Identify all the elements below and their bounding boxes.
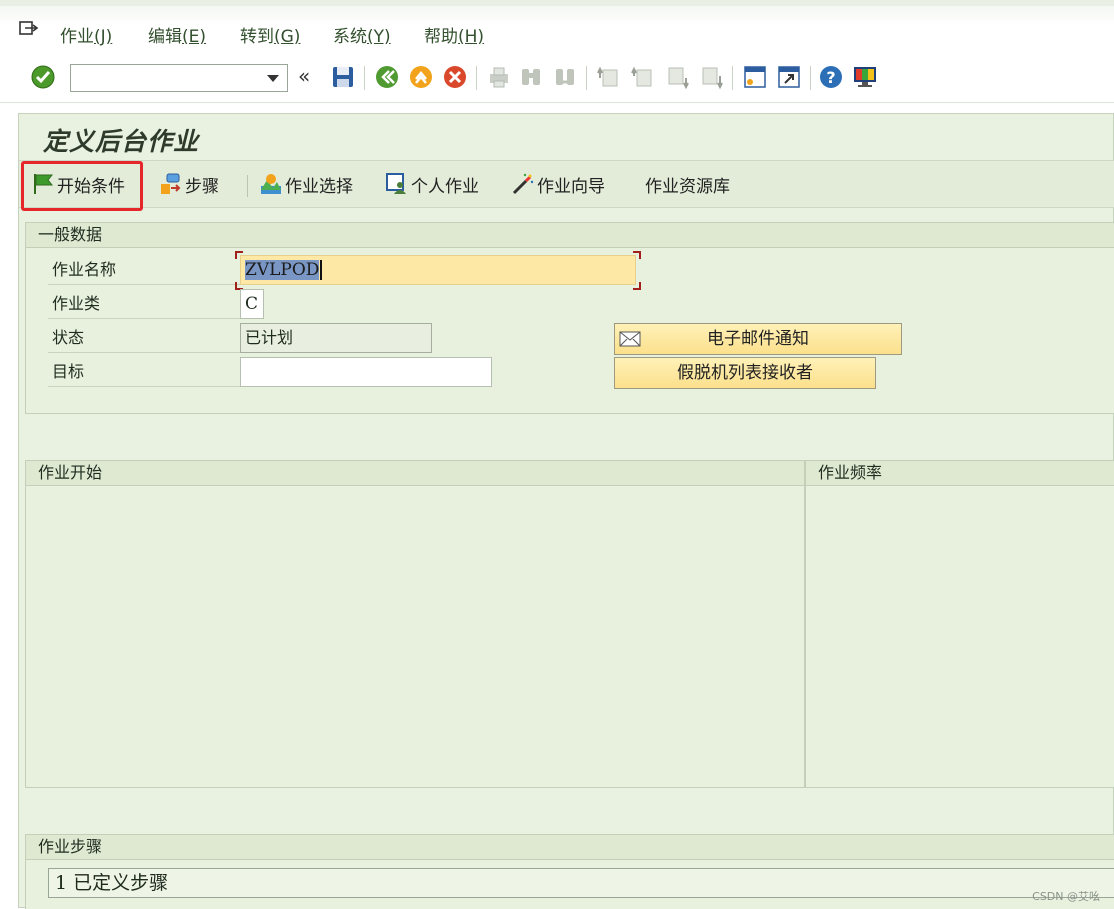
own-jobs-icon [386, 173, 406, 194]
menu-system-accel: (Y) [367, 27, 391, 47]
status-field: 已计划 [240, 323, 432, 353]
menu-system-label: 系统 [333, 27, 367, 47]
steps-button[interactable]: 步骤 [159, 171, 219, 197]
start-condition-button[interactable]: 开始条件 [31, 171, 125, 197]
shortcut-icon[interactable] [776, 64, 802, 90]
focus-brackets [235, 251, 641, 290]
enter-icon[interactable] [30, 64, 56, 90]
own-jobs-button[interactable]: 个人作业 [385, 171, 479, 197]
menu-edit[interactable]: 编辑(E) [148, 22, 206, 47]
menu-system[interactable]: 系统(Y) [333, 22, 391, 47]
menu-help[interactable]: 帮助(H) [424, 22, 484, 47]
job-frequency-header: 作业频率 [806, 461, 1114, 486]
status-label: 状态 [48, 323, 240, 353]
email-notification-button[interactable]: 电子邮件通知 [614, 323, 902, 355]
layout-icon[interactable] [852, 64, 878, 90]
menu-goto-label: 转到 [240, 27, 274, 47]
menu-job[interactable]: 作业(J) [60, 22, 112, 47]
email-notification-label: 电子邮件通知 [707, 329, 809, 349]
next-page-icon[interactable] [664, 64, 690, 90]
cancel-icon[interactable] [442, 64, 468, 90]
menu-goto-accel: (G) [274, 27, 301, 47]
spool-list-recipient-label: 假脱机列表接收者 [677, 363, 813, 383]
job-frequency-group: 作业频率 [805, 460, 1114, 788]
magic-wand-icon [512, 173, 534, 195]
general-data-header: 一般数据 [26, 223, 1114, 248]
job-start-header: 作业开始 [26, 461, 804, 486]
job-name-label: 作业名称 [48, 255, 240, 285]
help-icon[interactable]: ? [818, 64, 844, 90]
envelope-icon [619, 331, 641, 347]
system-toolbar: « ? [0, 56, 1114, 103]
job-selection-icon [261, 174, 281, 194]
menu-bar: 作业(J) 编辑(E) 转到(G) 系统(Y) 帮助(H) [0, 0, 1114, 56]
menu-help-label: 帮助 [424, 27, 458, 47]
menu-job-label: 作业 [60, 27, 94, 47]
job-selection-button[interactable]: 作业选择 [259, 171, 353, 197]
job-steps-summary: 1 已定义步骤 [48, 868, 1114, 898]
own-jobs-label: 个人作业 [411, 176, 479, 197]
toolbar-separator [732, 66, 733, 90]
prev-page-icon[interactable] [630, 64, 656, 90]
menu-help-accel: (H) [458, 27, 485, 47]
job-start-group: 作业开始 [25, 460, 805, 788]
target-field[interactable] [240, 357, 492, 387]
find-next-icon[interactable] [552, 64, 578, 90]
job-steps-group: 作业步骤 1 已定义步骤 [25, 834, 1114, 909]
job-steps-header: 作业步骤 [26, 835, 1114, 860]
general-data-group: 一般数据 作业名称 ZVLPOD 作业类 C 状态 已计划 目标 电子邮件通知 … [25, 222, 1114, 414]
first-page-icon[interactable] [596, 64, 622, 90]
toolbar-separator [476, 66, 477, 90]
exit-icon[interactable] [408, 64, 434, 90]
toolbar-separator [586, 66, 587, 90]
main-screen: 定义后台作业 开始条件 步骤 作业选择 个人作业 作业向导 作业资源库 一般数据 [18, 113, 1114, 909]
app-toolbar-separator [247, 175, 248, 197]
command-field[interactable] [70, 64, 288, 92]
job-class-field[interactable]: C [240, 289, 264, 319]
job-wizard-label: 作业向导 [537, 176, 605, 197]
svg-text:?: ? [826, 68, 835, 87]
page-title: 定义后台作业 [43, 127, 200, 156]
start-condition-label: 开始条件 [57, 176, 125, 197]
steps-icon [161, 173, 181, 194]
menu-goto[interactable]: 转到(G) [240, 22, 300, 47]
job-class-label: 作业类 [48, 289, 240, 319]
last-page-icon[interactable] [698, 64, 724, 90]
chevron-down-icon[interactable] [267, 75, 279, 82]
menu-edit-accel: (E) [182, 27, 207, 47]
back-double-icon[interactable]: « [298, 64, 324, 90]
application-toolbar: 开始条件 步骤 作业选择 个人作业 作业向导 作业资源库 [19, 160, 1114, 211]
spool-list-recipient-button[interactable]: 假脱机列表接收者 [614, 357, 876, 389]
menu-job-accel: (J) [94, 27, 113, 47]
toolbar-separator [364, 66, 365, 90]
job-repository-label: 作业资源库 [645, 176, 730, 197]
find-icon[interactable] [518, 64, 544, 90]
back-icon[interactable] [374, 64, 400, 90]
menu-window-icon[interactable] [19, 20, 39, 38]
new-session-icon[interactable] [742, 64, 768, 90]
job-wizard-button[interactable]: 作业向导 [511, 171, 605, 197]
command-input[interactable] [75, 68, 259, 90]
menu-edit-label: 编辑 [148, 27, 182, 47]
target-label: 目标 [48, 357, 240, 387]
save-icon[interactable] [330, 64, 356, 90]
steps-label: 步骤 [185, 176, 219, 197]
print-icon[interactable] [486, 64, 512, 90]
flag-icon [34, 174, 54, 194]
toolbar-separator [810, 66, 811, 90]
job-selection-label: 作业选择 [285, 176, 353, 197]
job-repository-button[interactable]: 作业资源库 [645, 171, 730, 197]
watermark: CSDN @艾吆 [1032, 890, 1100, 903]
